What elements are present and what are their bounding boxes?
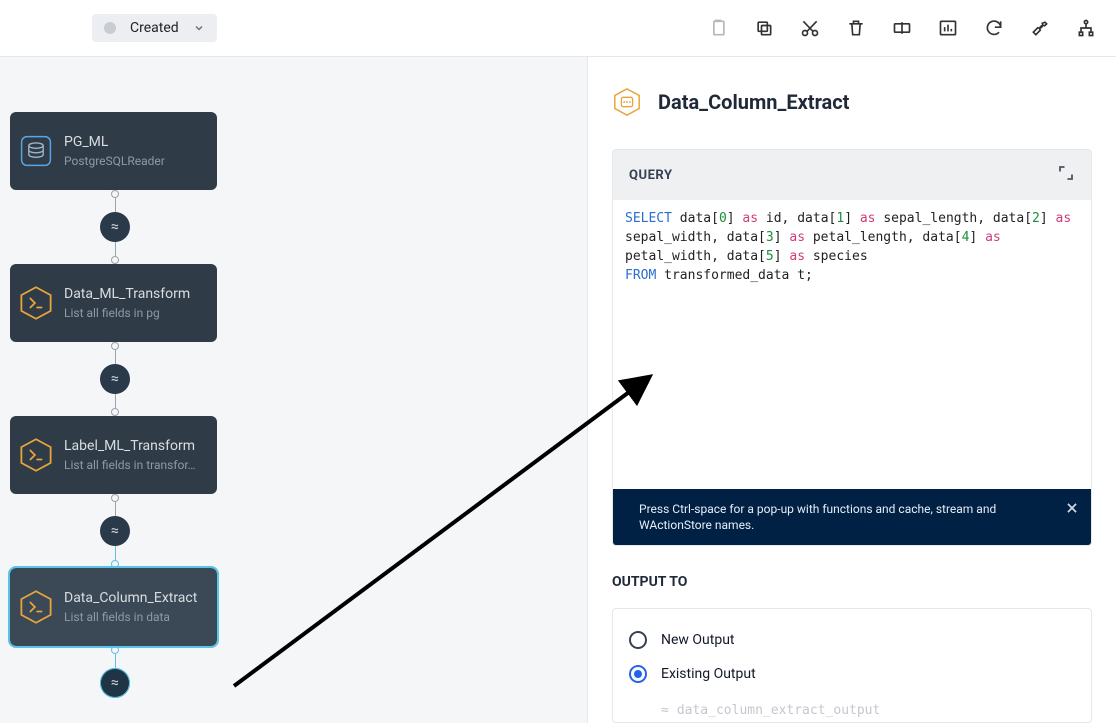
pipeline-node[interactable]: Data_Column_Extract List all fields in d…	[10, 568, 217, 646]
radio-label: Existing Output	[661, 666, 756, 682]
chevron-down-icon	[193, 22, 205, 34]
output-to-label: OUTPUT TO	[612, 574, 1092, 590]
radio-new-output[interactable]: New Output	[629, 623, 1075, 657]
node-title: Label_ML_Transform	[64, 438, 196, 454]
pipeline-node[interactable]: Label_ML_Transform List all fields in tr…	[10, 416, 217, 494]
radio-existing-output[interactable]: Existing Output	[629, 657, 1075, 691]
query-section: QUERY SELECT data[0] as id, data[1] as s…	[612, 149, 1092, 546]
pipeline-canvas[interactable]: PG_ML PostgreSQLReader ≈ Data_ML_Transfo…	[0, 57, 588, 723]
query-editor[interactable]: SELECT data[0] as id, data[1] as sepal_l…	[613, 200, 1091, 489]
editor-tip: Press Ctrl-space for a pop-up with funct…	[613, 489, 1091, 545]
wrench-icon[interactable]	[1030, 18, 1050, 38]
refresh-icon[interactable]	[984, 18, 1004, 38]
flow-connector: ≈	[10, 494, 220, 568]
topbar: Created	[0, 0, 1116, 57]
transform-icon	[18, 437, 54, 473]
delete-icon[interactable]	[846, 18, 866, 38]
radio-label: New Output	[661, 632, 735, 648]
node-subtitle: PostgreSQLReader	[64, 154, 165, 168]
node-title: Data_Column_Extract	[64, 590, 197, 606]
editor-tip-text: Press Ctrl-space for a pop-up with funct…	[639, 502, 996, 532]
transform-icon	[18, 285, 54, 321]
node-title: Data_ML_Transform	[64, 286, 190, 302]
flow-connector: ≈	[10, 342, 220, 416]
flow-connector: ≈	[10, 190, 220, 264]
node-subtitle: List all fields in pg	[64, 306, 190, 320]
cut-icon[interactable]	[800, 18, 820, 38]
status-dropdown[interactable]: Created	[92, 14, 217, 42]
node-title: PG_ML	[64, 134, 165, 150]
existing-output-value: ≈data_column_extract_output	[629, 695, 1075, 718]
rename-icon[interactable]	[892, 18, 912, 38]
node-subtitle: List all fields in transfor…	[64, 458, 196, 472]
panel-title: Data_Column_Extract	[658, 90, 849, 114]
toolbar-icon-group	[708, 18, 1096, 38]
close-icon[interactable]	[1065, 501, 1079, 519]
radio-icon	[629, 665, 647, 683]
expand-icon[interactable]	[1057, 164, 1075, 186]
properties-panel: Data_Column_Extract QUERY SELECT data[0]…	[588, 57, 1116, 723]
query-label: QUERY	[629, 168, 673, 183]
status-indicator-dot	[104, 22, 116, 34]
node-type-icon	[612, 87, 642, 117]
paste-icon[interactable]	[708, 18, 728, 38]
copy-icon[interactable]	[754, 18, 774, 38]
node-subtitle: List all fields in data	[64, 610, 197, 624]
pipeline-node[interactable]: Data_ML_Transform List all fields in pg	[10, 264, 217, 342]
status-label: Created	[130, 20, 179, 36]
transform-icon	[18, 589, 54, 625]
hierarchy-icon[interactable]	[1076, 18, 1096, 38]
flow-connector: ≈	[10, 646, 220, 698]
radio-icon	[629, 631, 647, 649]
chart-icon[interactable]	[938, 18, 958, 38]
output-selection: New Output Existing Output ≈data_column_…	[612, 608, 1092, 723]
database-icon	[18, 133, 54, 169]
pipeline-node[interactable]: PG_ML PostgreSQLReader	[10, 112, 217, 190]
